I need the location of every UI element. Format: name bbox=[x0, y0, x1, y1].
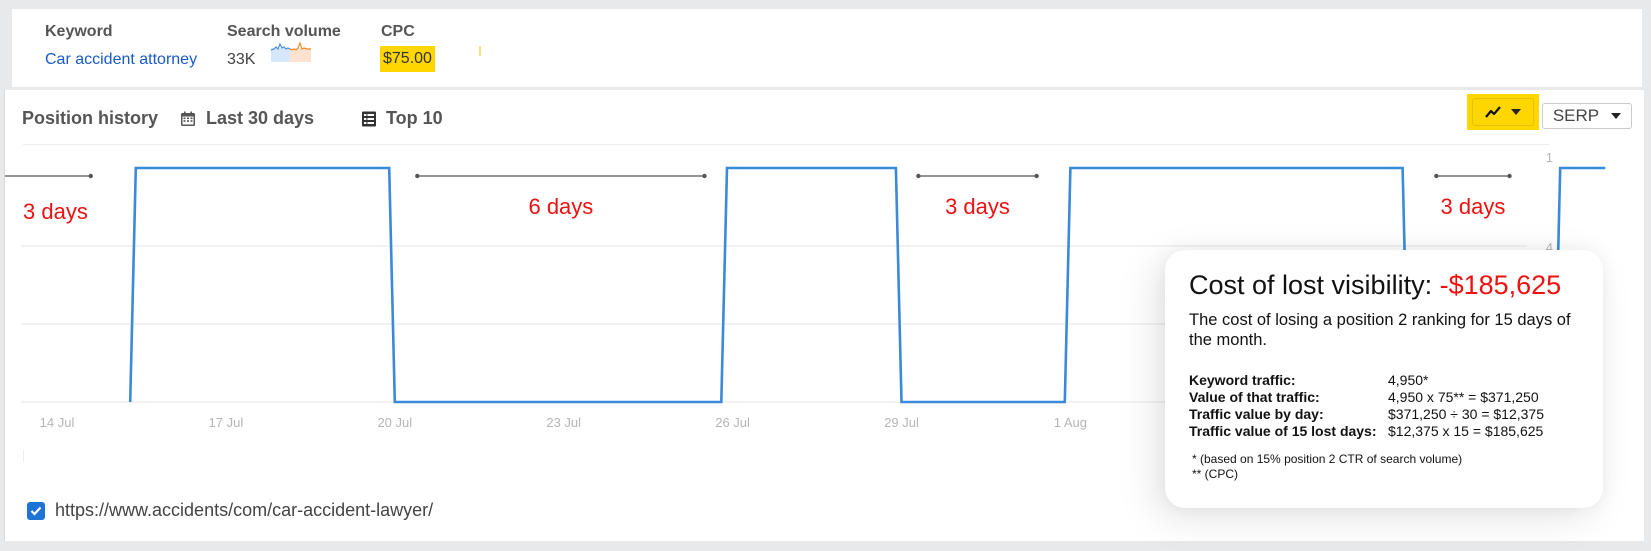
gap-duration-label: 6 days bbox=[528, 194, 593, 219]
x-tick-label: 26 Jul bbox=[715, 415, 750, 430]
x-tick-label: 20 Jul bbox=[377, 415, 412, 430]
tooltip-note: ** (CPC) bbox=[1192, 467, 1239, 481]
gap-span-endpoint bbox=[1034, 173, 1039, 179]
breakdown-label: Traffic value of 15 lost days: bbox=[1189, 423, 1377, 439]
breakdown-label: Value of that traffic: bbox=[1189, 389, 1320, 405]
search-volume-value: 33K bbox=[227, 51, 256, 68]
tooltip-note: * (based on 15% position 2 CTR of search… bbox=[1192, 452, 1463, 466]
breakdown-value: $371,250 ÷ 30 = $12,375 bbox=[1388, 406, 1544, 422]
checkmark-icon bbox=[30, 506, 42, 516]
x-tick-label: 29 Jul bbox=[884, 415, 919, 430]
tooltip-title-value: -$185,625 bbox=[1439, 270, 1562, 300]
tooltip-description: The cost of losing a position 2 ranking … bbox=[1189, 311, 1571, 349]
gap-span-endpoint bbox=[415, 173, 420, 179]
gap-span-endpoint bbox=[1434, 173, 1439, 179]
keyword-summary-card: Keyword Car accident attorney Search vol… bbox=[12, 9, 1642, 87]
keyword-column: Keyword bbox=[45, 23, 113, 41]
breakdown-label: Traffic value by day: bbox=[1189, 406, 1324, 422]
gap-span-endpoint bbox=[916, 173, 921, 179]
breakdown-row: Traffic value of 15 lost days: $12,375 x … bbox=[1189, 423, 1579, 440]
x-tick-label: 14 Jul bbox=[40, 415, 75, 430]
gap-span-endpoint bbox=[1507, 173, 1512, 179]
gap-span-endpoint bbox=[702, 173, 707, 179]
breakdown-value: 4,950 x 75** = $371,250 bbox=[1388, 389, 1539, 405]
breakdown-row: Traffic value by day: $371,250 ÷ 30 = $12… bbox=[1189, 406, 1579, 423]
gap-duration-label: 3 days bbox=[945, 194, 1010, 219]
x-tick-label: 1 Aug bbox=[1054, 415, 1087, 430]
breakdown-label: Keyword traffic: bbox=[1189, 372, 1296, 388]
keyword-header: Keyword bbox=[45, 23, 113, 40]
cpc-value: $75.00 bbox=[380, 46, 435, 72]
breakdown-row: Keyword traffic: 4,950* bbox=[1189, 372, 1579, 389]
cpc-column: CPC bbox=[381, 23, 415, 41]
breakdown-value: 4,950* bbox=[1388, 372, 1429, 388]
x-tick-label: 17 Jul bbox=[209, 415, 244, 430]
search-volume-header: Search volume bbox=[227, 23, 341, 40]
legend-checkbox[interactable] bbox=[27, 501, 45, 520]
search-volume-column: Search volume bbox=[227, 23, 341, 41]
cpc-header: CPC bbox=[381, 23, 415, 40]
legend-url: https://www.accidents/com/car-accident-l… bbox=[55, 500, 434, 520]
keyword-link[interactable]: Car accident attorney bbox=[45, 51, 197, 68]
gap-duration-label: 3 days bbox=[1441, 194, 1506, 219]
gap-span-endpoint bbox=[88, 173, 93, 179]
axis-marker bbox=[23, 450, 24, 462]
truncated-column-edge bbox=[479, 46, 481, 56]
tooltip-notes: * (based on 15% position 2 CTR of search… bbox=[1189, 452, 1579, 482]
sparkline-trend-icon bbox=[271, 41, 311, 62]
tooltip-breakdown: Keyword traffic: 4,950* Value of that tra… bbox=[1189, 372, 1579, 440]
breakdown-row: Value of that traffic: 4,950 x 75** = $37… bbox=[1189, 389, 1579, 406]
gap-duration-label: 3 days bbox=[23, 199, 88, 224]
tooltip-title-prefix: Cost of lost visibility: bbox=[1189, 270, 1433, 300]
x-tick-label: 23 Jul bbox=[546, 415, 581, 430]
y-tick-label: 1 bbox=[1546, 150, 1553, 165]
legend-item[interactable]: https://www.accidents/com/car-accident-l… bbox=[27, 500, 433, 521]
cost-tooltip: Cost of lost visibility: -$185,625 The c… bbox=[1165, 250, 1603, 508]
tooltip-title: Cost of lost visibility: -$185,625 bbox=[1189, 270, 1579, 301]
breakdown-value: $12,375 x 15 = $185,625 bbox=[1388, 423, 1544, 439]
